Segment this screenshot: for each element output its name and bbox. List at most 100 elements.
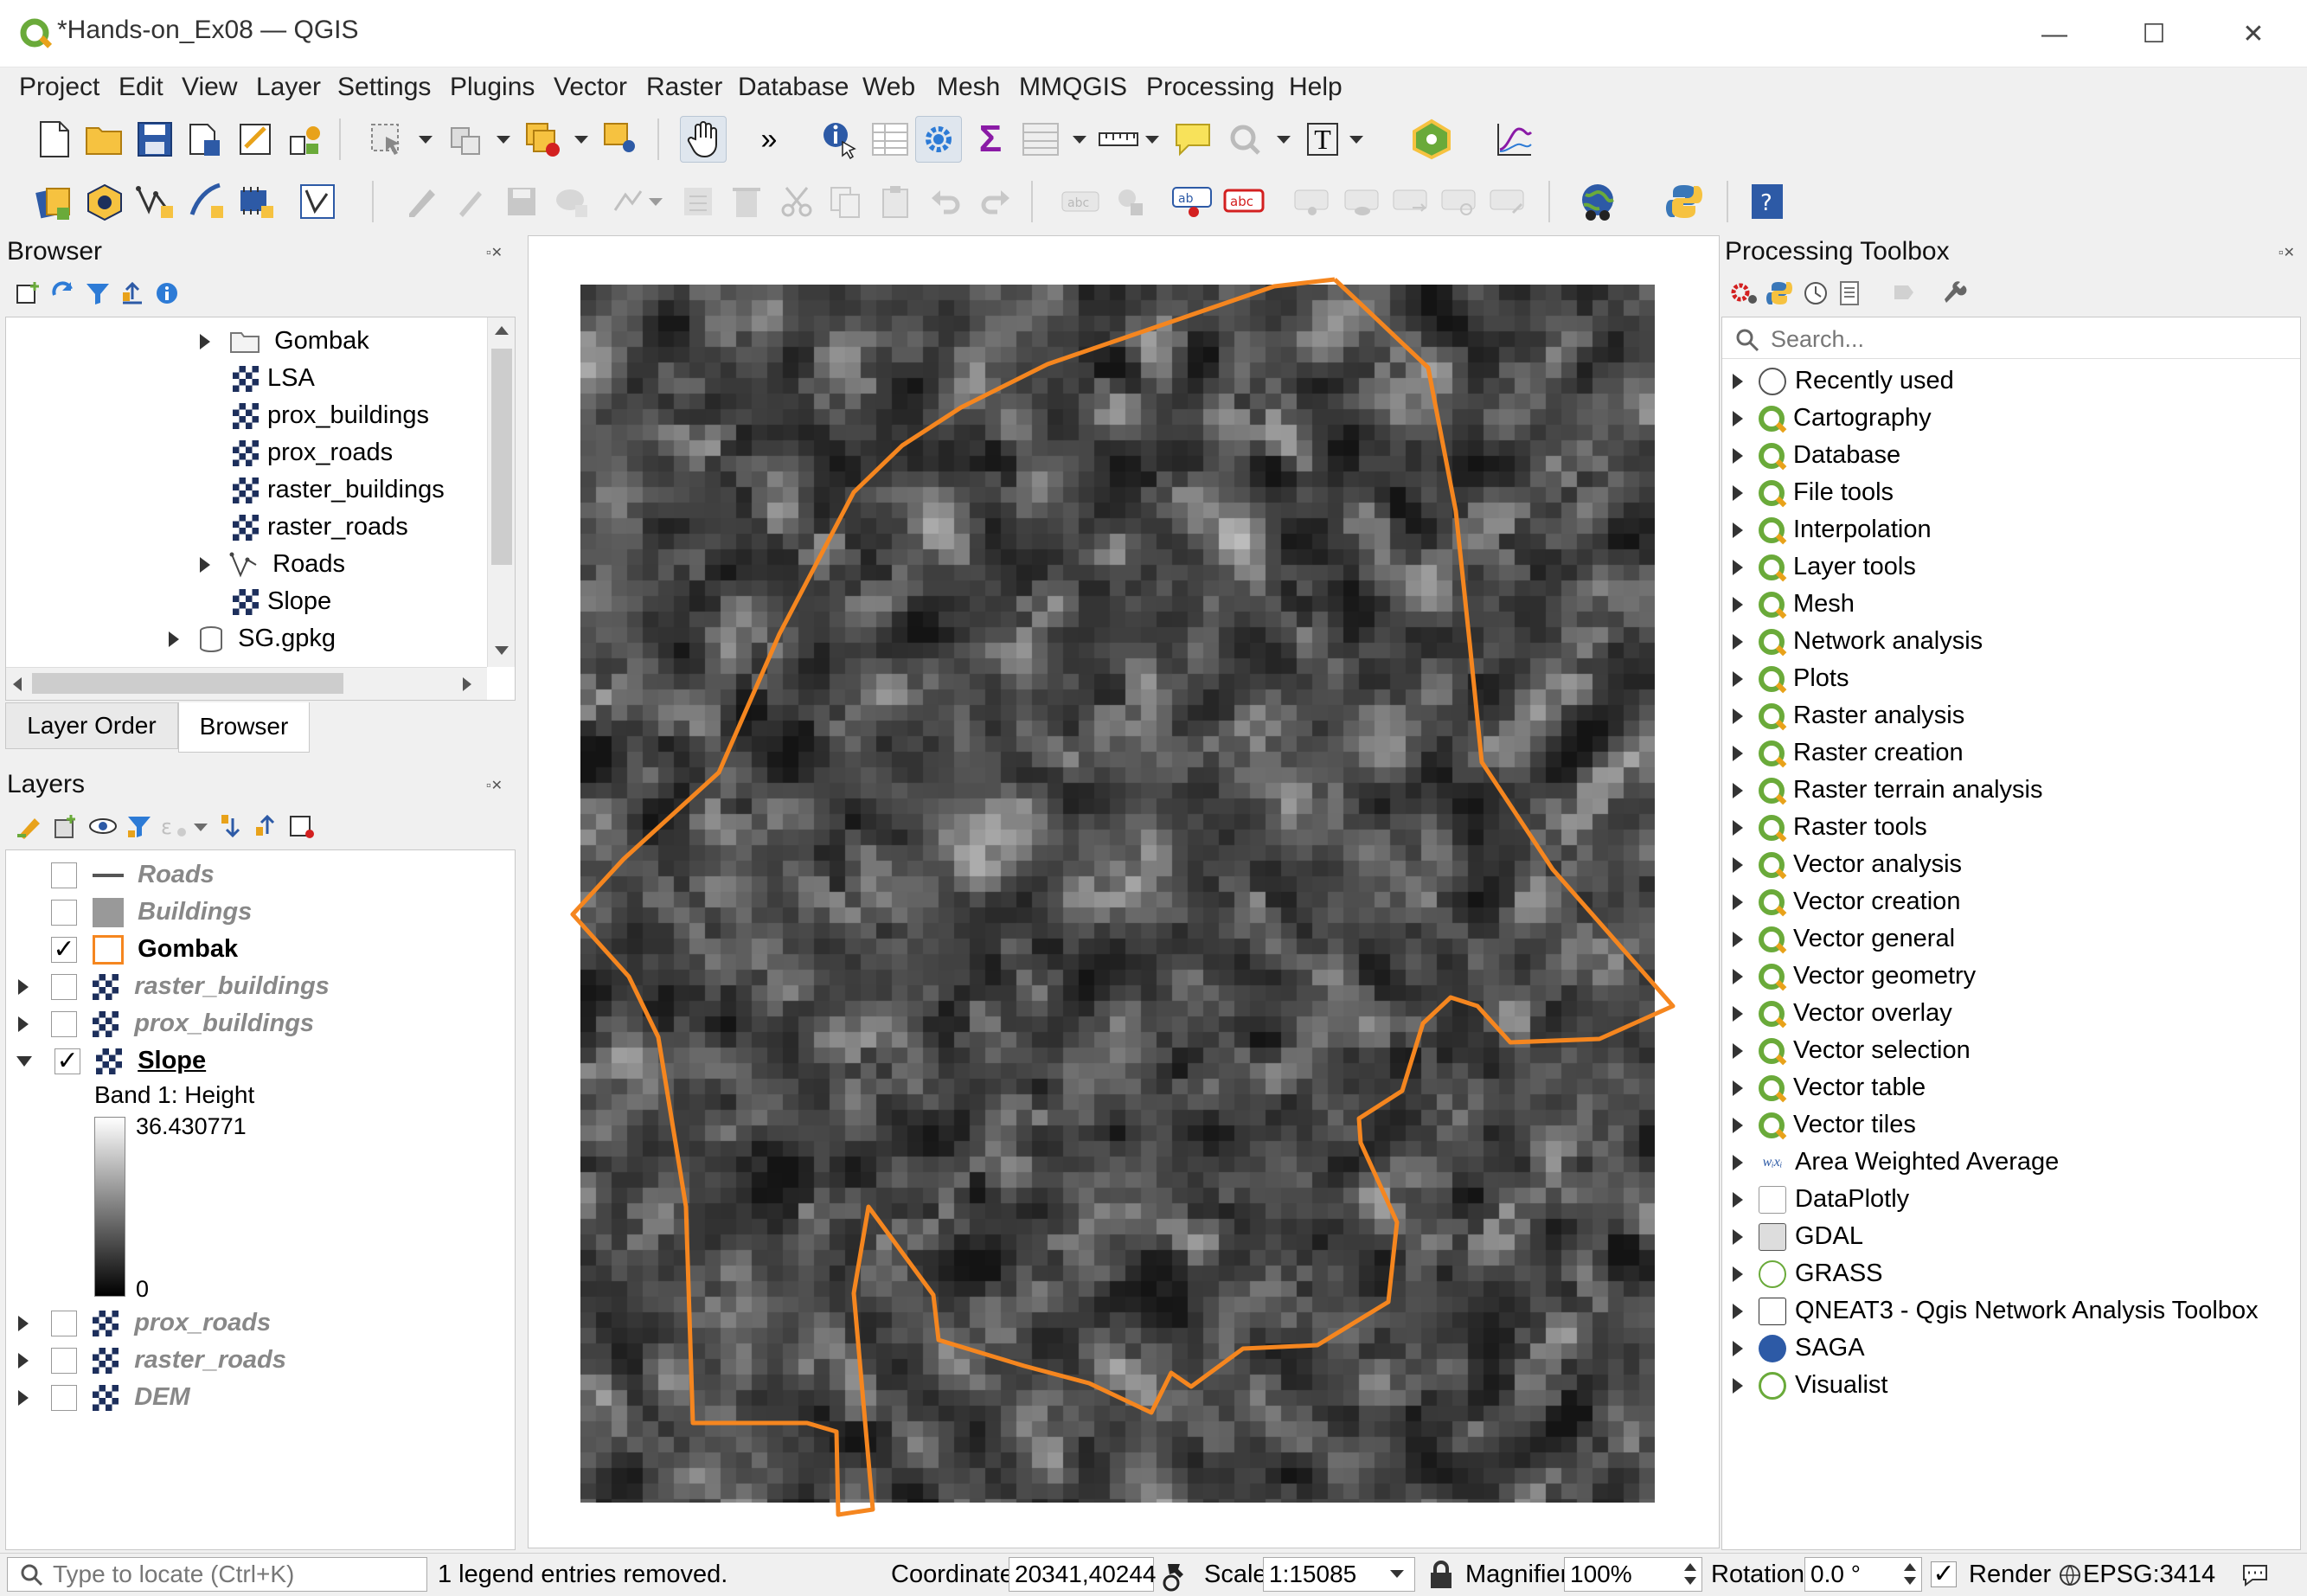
toolbox-item[interactable]: Raster creation bbox=[1733, 734, 1964, 771]
close-button[interactable]: ✕ bbox=[2223, 10, 2284, 59]
layer-visibility-checkbox[interactable] bbox=[51, 1311, 78, 1337]
expand-arrow-icon[interactable] bbox=[1733, 1192, 1743, 1208]
label-toolbar-abc-red-icon[interactable]: abc bbox=[1221, 178, 1268, 225]
crs-label[interactable]: EPSG:3414 bbox=[2083, 1561, 2215, 1589]
horizontal-scrollbar[interactable] bbox=[6, 667, 487, 700]
filter-legend-icon[interactable] bbox=[126, 813, 152, 839]
minimize-button[interactable]: — bbox=[2024, 10, 2085, 59]
collapse-all-icon[interactable] bbox=[254, 813, 280, 839]
remove-layer-icon[interactable] bbox=[289, 813, 315, 839]
expand-arrow-icon[interactable] bbox=[1733, 597, 1743, 613]
browser-item-gombak[interactable]: Gombak bbox=[200, 323, 369, 359]
toolbox-item[interactable]: Raster terrain analysis bbox=[1733, 772, 2043, 808]
expand-arrow-icon[interactable] bbox=[200, 557, 210, 574]
vertex-tool-icon[interactable] bbox=[604, 178, 650, 225]
collapse-all-icon[interactable] bbox=[119, 280, 145, 306]
visibility-eye-icon[interactable] bbox=[88, 813, 118, 839]
browser-item-lsa[interactable]: LSA bbox=[233, 360, 315, 396]
pin-labels-icon[interactable] bbox=[1289, 178, 1336, 225]
toolbox-item[interactable]: Database bbox=[1733, 437, 1900, 473]
spin-down-arrow-icon[interactable] bbox=[1684, 1577, 1696, 1585]
expand-arrow-icon[interactable] bbox=[1733, 1378, 1743, 1394]
expand-arrow-icon[interactable] bbox=[1733, 969, 1743, 985]
toolbox-item[interactable]: File tools bbox=[1733, 474, 1894, 510]
expand-arrow-icon[interactable] bbox=[1733, 1229, 1743, 1246]
expand-arrow-icon[interactable] bbox=[1733, 1080, 1743, 1097]
globe-plugin-icon[interactable] bbox=[1574, 178, 1621, 225]
layer-visibility-checkbox-checked[interactable]: ✓ bbox=[51, 937, 77, 964]
lock-scale-icon[interactable] bbox=[1427, 1561, 1455, 1590]
menu-mmqgis[interactable]: MMQGIS bbox=[1019, 73, 1127, 102]
expand-arrow-icon[interactable] bbox=[1733, 1118, 1743, 1134]
scroll-left-arrow-icon[interactable] bbox=[13, 677, 22, 691]
select-location-icon[interactable] bbox=[597, 116, 644, 163]
menu-processing[interactable]: Processing bbox=[1146, 73, 1274, 102]
rotation-field[interactable]: 0.0 ° bbox=[1804, 1557, 1922, 1592]
expand-arrow-icon[interactable] bbox=[18, 1390, 29, 1407]
menu-web[interactable]: Web bbox=[862, 73, 915, 102]
print-layout-icon[interactable] bbox=[232, 116, 279, 163]
layer-roads[interactable]: Roads bbox=[51, 856, 215, 893]
browser-item-prox-roads[interactable]: prox_roads bbox=[233, 434, 393, 471]
filter-expression-icon[interactable]: ε bbox=[161, 813, 187, 839]
hand-pan-icon[interactable] bbox=[680, 116, 727, 163]
copy-features-icon[interactable] bbox=[822, 178, 868, 225]
undo-icon[interactable] bbox=[922, 178, 969, 225]
dropdown-arrow-icon[interactable] bbox=[574, 136, 588, 144]
toolbox-item[interactable]: Mesh bbox=[1733, 586, 1855, 622]
messages-icon[interactable] bbox=[2240, 1562, 2270, 1588]
dataplotly-chart-icon[interactable] bbox=[1491, 116, 1538, 163]
expand-arrow-icon[interactable] bbox=[1733, 932, 1743, 948]
layer-visibility-checkbox[interactable] bbox=[51, 1011, 78, 1038]
refresh-icon[interactable] bbox=[50, 280, 76, 306]
tab-browser[interactable]: Browser bbox=[178, 702, 310, 753]
layer-gombak[interactable]: ✓ Gombak bbox=[51, 931, 238, 967]
move-label-icon[interactable] bbox=[1387, 178, 1434, 225]
toolbox-item[interactable]: Vector analysis bbox=[1733, 846, 1962, 882]
edit-features-in-place-icon[interactable] bbox=[1891, 280, 1917, 306]
expand-arrow-icon[interactable] bbox=[1733, 1155, 1743, 1171]
measure-line-icon[interactable] bbox=[1095, 116, 1142, 163]
menu-plugins[interactable]: Plugins bbox=[450, 73, 535, 102]
statistics-sigma-icon[interactable]: Σ bbox=[967, 116, 1014, 163]
layer-visibility-checkbox[interactable] bbox=[51, 1385, 78, 1412]
dropdown-arrow-icon[interactable] bbox=[649, 198, 663, 206]
pencil-edit-icon[interactable] bbox=[446, 178, 493, 225]
add-polygon-icon[interactable] bbox=[548, 178, 595, 225]
properties-info-icon[interactable] bbox=[154, 280, 180, 306]
scrollbar-thumb[interactable] bbox=[32, 673, 343, 694]
options-wrench-icon[interactable] bbox=[1941, 280, 1967, 306]
text-annotation-icon[interactable]: T bbox=[1299, 116, 1346, 163]
expand-arrow-icon[interactable] bbox=[1733, 485, 1743, 502]
toolbox-item[interactable]: Vector creation bbox=[1733, 883, 1960, 920]
layer-labeling-icon[interactable]: ab bbox=[1170, 178, 1216, 225]
expand-arrow-icon[interactable] bbox=[1733, 448, 1743, 465]
toolbox-item[interactable]: Layer tools bbox=[1733, 548, 1916, 585]
layer-styling-icon[interactable] bbox=[16, 813, 43, 839]
expand-arrow-icon[interactable] bbox=[1733, 411, 1743, 427]
select-features-icon[interactable] bbox=[363, 116, 410, 163]
toolbox-item[interactable]: wᵢxᵢ Area Weighted Average bbox=[1733, 1144, 2059, 1180]
expand-arrow-icon[interactable] bbox=[1733, 1341, 1743, 1357]
toolbox-item[interactable]: GRASS bbox=[1733, 1255, 1883, 1292]
expand-arrow-icon[interactable] bbox=[1733, 522, 1743, 539]
python-console-icon[interactable] bbox=[1661, 178, 1708, 225]
layer-raster-buildings[interactable]: raster_buildings bbox=[18, 968, 330, 1004]
panel-float-close-icon[interactable]: ▫✕ bbox=[486, 244, 503, 261]
collapse-arrow-icon[interactable] bbox=[16, 1056, 32, 1067]
expand-arrow-icon[interactable] bbox=[18, 1316, 29, 1332]
filter-icon[interactable] bbox=[85, 280, 111, 306]
magnifier-field[interactable]: 100% bbox=[1564, 1557, 1702, 1592]
show-bookmarks-icon[interactable] bbox=[1221, 116, 1268, 163]
history-clock-icon[interactable] bbox=[1803, 280, 1829, 306]
label-abc-icon[interactable]: abc bbox=[1057, 178, 1104, 225]
tab-layer-order[interactable]: Layer Order bbox=[5, 702, 178, 749]
menu-database[interactable]: Database bbox=[738, 73, 849, 102]
expand-arrow-icon[interactable] bbox=[1733, 708, 1743, 725]
toolbox-item[interactable]: DataPlotly bbox=[1733, 1181, 1909, 1217]
dropdown-arrow-icon[interactable] bbox=[1277, 136, 1291, 144]
toolbox-item[interactable]: Raster tools bbox=[1733, 809, 1927, 845]
toolbox-search[interactable]: Search... bbox=[1722, 319, 2300, 359]
layer-visibility-checkbox[interactable] bbox=[51, 900, 77, 926]
open-table-icon[interactable] bbox=[1017, 116, 1064, 163]
